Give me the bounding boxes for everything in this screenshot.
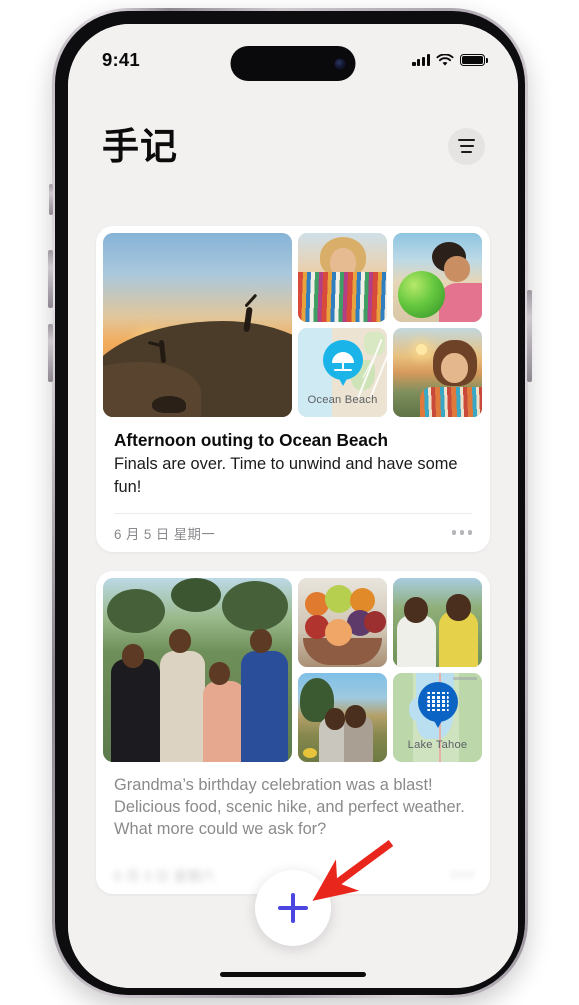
water-waves-pin-icon [417, 681, 458, 728]
map-tile-label: Lake Tahoe [407, 738, 468, 751]
screenshot-stage: 9:41 手记 Ocean Beach Afternoon outing to … [0, 0, 579, 1005]
home-indicator[interactable] [220, 971, 366, 977]
entry-text-block: Grandma’s birthday celebration was a bla… [96, 769, 490, 855]
add-entry-fab[interactable] [255, 870, 331, 946]
phone-screen: 9:41 手记 Ocean Beach Afternoon outing to … [68, 24, 518, 988]
filter-sort-icon[interactable] [448, 127, 485, 165]
more-options-icon[interactable] [451, 530, 472, 535]
volume-up-button[interactable] [48, 250, 53, 308]
photo-grid: Ocean Beach [96, 226, 490, 424]
entry-date: 6 月 3 日 星期六 [114, 868, 216, 884]
sunset-dunes-photo[interactable] [103, 233, 292, 417]
curly-hair-striped-shirt-photo[interactable] [298, 233, 387, 322]
fruit-bowl-photo[interactable] [298, 577, 387, 667]
family-group-photo[interactable] [103, 577, 292, 762]
entry-title: Afternoon outing to Ocean Beach [114, 430, 389, 450]
power-button[interactable] [527, 290, 532, 382]
plus-icon [278, 893, 308, 923]
mute-switch-button[interactable] [49, 184, 53, 215]
entry-body: Grandma’s birthday celebration was a bla… [114, 775, 465, 838]
front-camera-icon [334, 58, 346, 69]
entry-date: 6 月 5 日 星期一 [114, 526, 216, 542]
signal-bars-icon [412, 54, 430, 66]
status-bar-clock: 9:41 [102, 49, 140, 70]
lake-tahoe-map-tile[interactable]: Lake Tahoe [393, 672, 482, 762]
dynamic-island [230, 46, 356, 81]
scarf-sunset-portrait-photo[interactable] [393, 328, 482, 417]
ocean-beach-map-tile[interactable]: Ocean Beach [298, 328, 387, 417]
phone-device-frame: 9:41 手记 Ocean Beach Afternoon outing to … [48, 8, 532, 998]
journal-entry-card[interactable]: Ocean Beach Afternoon outing to Ocean Be… [96, 226, 490, 552]
entry-body: Finals are over. Time to unwind and have… [114, 455, 458, 496]
app-header: 手记 [68, 110, 518, 182]
battery-full-icon [460, 53, 488, 67]
two-people-portrait-photo[interactable] [393, 577, 482, 667]
volume-down-button[interactable] [48, 324, 53, 382]
entry-footer: 6 月 5 日 星期一 [114, 512, 472, 552]
status-bar-indicators [412, 53, 488, 67]
entry-text-block: Afternoon outing to Ocean Beach Finals a… [96, 424, 490, 513]
journal-app: 9:41 手记 Ocean Beach Afternoon outing to … [68, 24, 518, 988]
more-options-icon[interactable] [451, 872, 472, 877]
beach-umbrella-pin-icon [322, 339, 363, 386]
hiking-pair-photo[interactable] [298, 672, 387, 762]
page-title: 手记 [102, 125, 178, 167]
journal-entry-card[interactable]: Lake Tahoe Grandma’s birthday celebratio… [96, 570, 490, 895]
phone-bezel: 9:41 手记 Ocean Beach Afternoon outing to … [55, 11, 525, 995]
green-beach-ball-photo[interactable] [393, 233, 482, 322]
photo-grid: Lake Tahoe [96, 571, 490, 769]
wifi-icon [436, 53, 454, 66]
map-tile-label: Ocean Beach [307, 394, 378, 406]
